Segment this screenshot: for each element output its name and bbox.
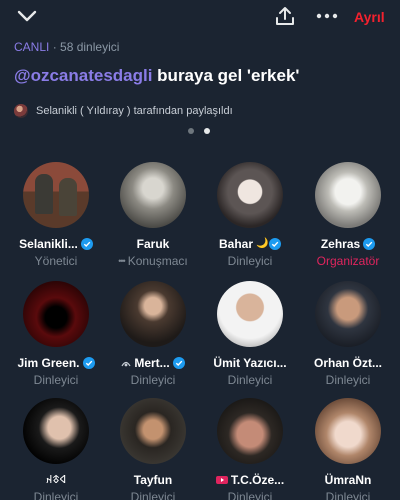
space-title-text: buraya gel 'erkek' [152,66,300,85]
spaces-icon [121,361,131,366]
shared-by-text: Selanikli ( Yıldıray ) tarafından paylaş… [36,105,233,117]
participant-name-row: Tayfun [103,472,203,487]
participant-name: Ümit Yazıcı... [213,355,287,370]
participant-card[interactable]: Tayfun Dinleyici [103,398,203,500]
participant-name-row: Jim Green. [6,355,106,370]
avatar [217,398,283,464]
verified-badge-icon [172,356,185,369]
participant-name-row: Bahar 🌙 [200,236,300,251]
participant-role: Dinleyici [130,489,176,500]
host-handle-link[interactable]: @ozcanatesdagli [14,66,152,85]
participant-card[interactable]: Zehras Organizatör [298,162,398,268]
space-title: @ozcanatesdagli buraya gel 'erkek' [14,66,299,86]
avatar [315,398,381,464]
participant-name: Orhan Özt... [313,355,382,370]
participant-card[interactable]: Ümit Yazıcı... Dinleyici [200,281,300,387]
verified-badge-icon [82,356,95,369]
verified-badge-icon [269,237,281,250]
page-dot[interactable] [188,128,194,134]
verified-badge-icon [80,237,93,250]
avatar [120,398,186,464]
participant-name: Bahar [218,236,253,251]
participant-card[interactable]: T.C.Öze... Dinleyici [200,398,300,500]
participant-card[interactable]: Faruk ••• Konuşmacı [103,162,203,268]
participant-card[interactable]: Selanikli... Yönetici [6,162,106,268]
avatar [217,281,283,347]
avatar [23,162,89,228]
participant-card[interactable]: Jim Green. Dinleyici [6,281,106,387]
listener-count: 58 dinleyici [60,40,120,54]
avatar [120,281,186,347]
share-icon[interactable] [274,5,296,27]
participant-card[interactable]: Orhan Özt... Dinleyici [298,281,398,387]
participant-name-row: Faruk [103,236,203,251]
avatar [315,281,381,347]
status-separator: · [52,40,57,54]
youtube-icon [215,475,228,484]
participant-name-row: Orhan Özt... [298,355,398,370]
participant-name-row: 𐰶𐱃𐰴 [6,472,106,487]
participant-name: 𐰶𐱃𐰴 [45,474,67,486]
top-bar: Ayrıl [0,0,400,34]
participant-role: Dinleyici [227,489,273,500]
participant-name-row: Ümit Yazıcı... [200,355,300,370]
participant-card[interactable]: 𐰶𐱃𐰴 Dinleyici [6,398,106,500]
participant-name: T.C.Öze... [230,472,285,487]
participant-name: ÜmraNn [324,472,372,487]
participant-role: Dinleyici [325,489,371,500]
participant-name: Zehras [320,236,361,251]
participant-name-row: T.C.Öze... [200,472,300,487]
participant-card[interactable]: ÜmraNn Dinleyici [298,398,398,500]
participant-name-row: Mert... [103,355,203,370]
participant-role: Dinleyici [227,372,273,387]
participant-role: Yönetici [34,253,78,268]
sharer-avatar [14,104,28,118]
participant-role: Dinleyici [33,372,79,387]
page-dot-active[interactable] [204,128,210,134]
participant-role: Dinleyici [227,253,273,268]
crescent-moon-emoji: 🌙 [256,237,269,249]
participant-name: Tayfun [133,472,173,487]
leave-button[interactable]: Ayrıl [354,9,385,25]
participant-name: Faruk [136,236,170,251]
avatar [23,398,89,464]
participant-name: Mert... [134,355,170,370]
participant-role-row: ••• Konuşmacı [103,253,203,268]
avatar [23,281,89,347]
space-status: CANLI · 58 dinleyici [14,40,119,54]
participant-role: Organizatör [316,253,380,268]
participant-card[interactable]: Mert... Dinleyici [103,281,203,387]
live-label: CANLI [14,40,50,54]
more-horizontal-icon[interactable] [315,8,339,24]
participant-role: Dinleyici [325,372,371,387]
shared-by-row[interactable]: Selanikli ( Yıldıray ) tarafından paylaş… [14,102,233,120]
participant-name-row: ÜmraNn [298,472,398,487]
avatar [315,162,381,228]
participant-name: Selanikli... [19,236,78,251]
avatar [120,162,186,228]
participant-role: Konuşmacı [127,253,188,268]
participant-name: Jim Green. [17,355,80,370]
avatar [217,162,283,228]
participant-role: Dinleyici [130,372,176,387]
participant-name-row: Selanikli... [6,236,106,251]
page-indicator [188,128,210,134]
chevron-down-icon[interactable] [16,8,38,24]
speaking-indicator-icon: ••• [118,255,126,266]
verified-badge-icon [363,237,376,250]
participant-card[interactable]: Bahar 🌙 Dinleyici [200,162,300,268]
participant-role: Dinleyici [33,489,79,500]
participant-name-row: Zehras [298,236,398,251]
